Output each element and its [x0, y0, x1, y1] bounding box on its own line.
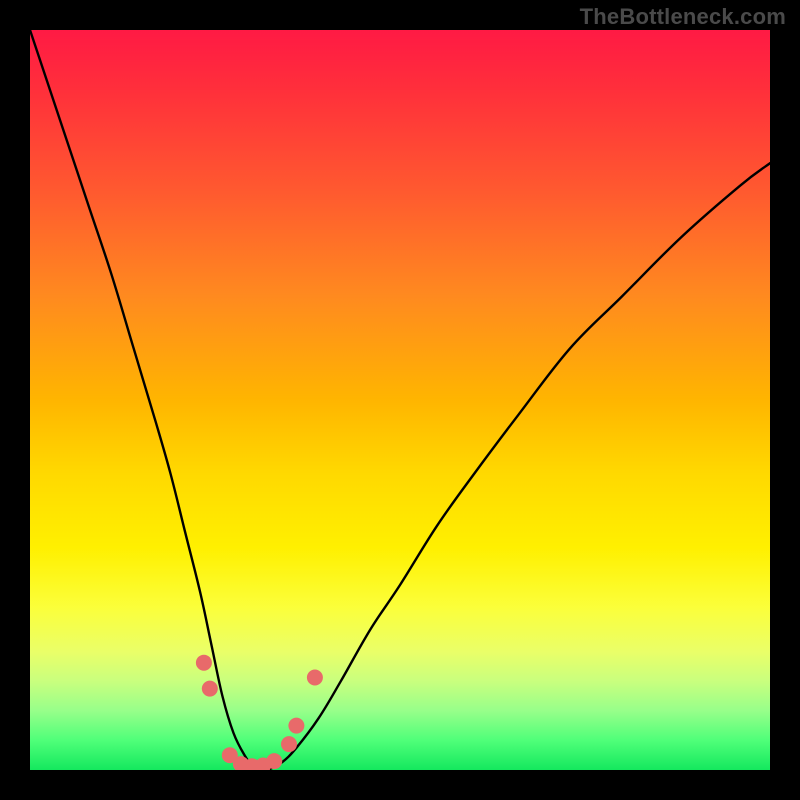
marker-dot — [266, 753, 282, 769]
curve-markers — [196, 655, 323, 770]
plot-area — [30, 30, 770, 770]
marker-dot — [281, 736, 297, 752]
bottleneck-curve — [30, 30, 770, 770]
chart-frame: TheBottleneck.com — [0, 0, 800, 800]
marker-dot — [196, 655, 212, 671]
watermark-text: TheBottleneck.com — [580, 4, 786, 30]
marker-dot — [202, 681, 218, 697]
marker-dot — [307, 670, 323, 686]
curve-layer — [30, 30, 770, 770]
marker-dot — [288, 718, 304, 734]
